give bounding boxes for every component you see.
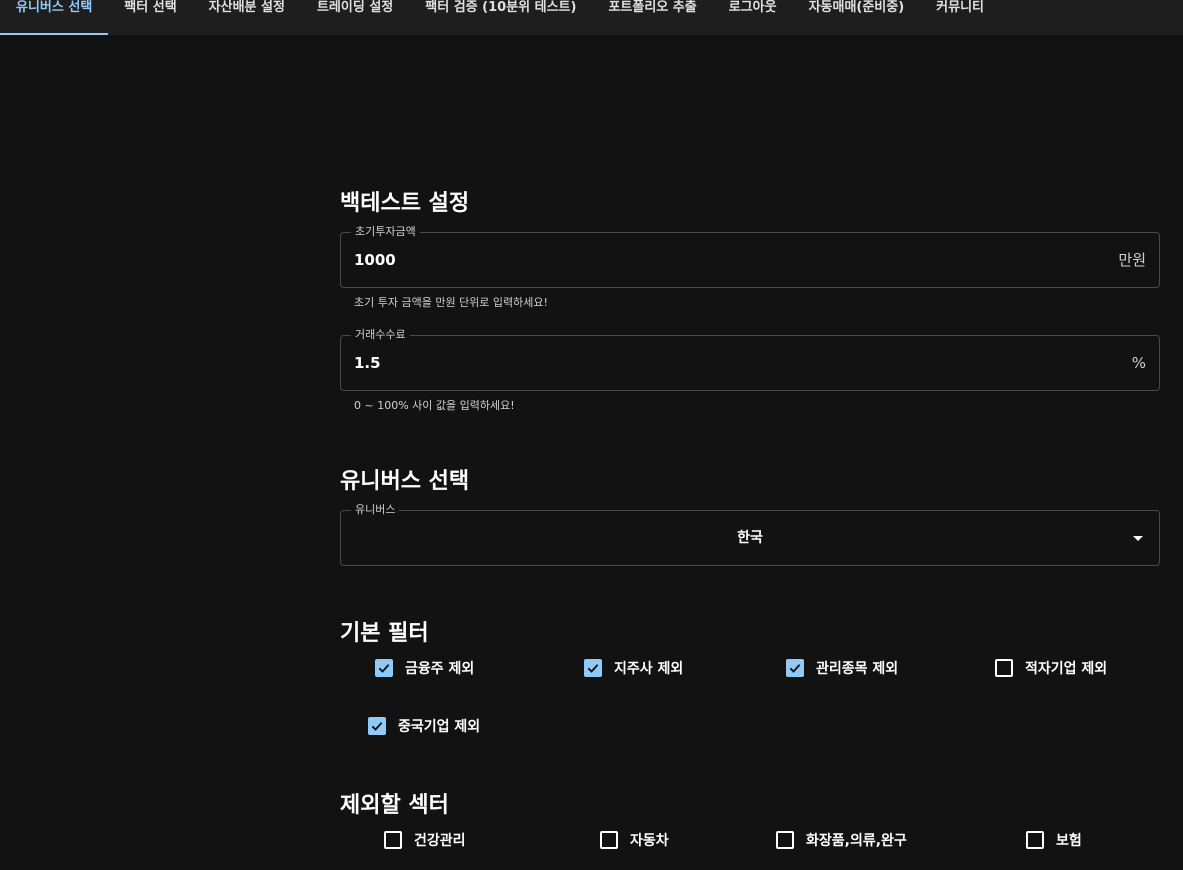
checkbox-unchecked-icon[interactable] [600,831,618,849]
tab-auto-trading[interactable]: 자동매매(준비중) [793,0,921,23]
filter-exclude-holding[interactable]: 지주사 제외 [584,658,683,678]
checkbox-unchecked-icon[interactable] [995,659,1013,677]
filter-label: 중국기업 제외 [398,719,481,735]
arrow-drop-down-icon[interactable] [1133,536,1143,541]
sector-automobile[interactable]: 자동차 [600,830,669,850]
initial-amount-unit: 만원 [1118,251,1146,269]
tab-community[interactable]: 커뮤니티 [920,0,1000,23]
filter-exclude-financial[interactable]: 금융주 제외 [375,658,474,678]
backtest-section-title: 백테스트 설정 [340,191,470,216]
checkbox-checked-icon[interactable] [375,659,393,677]
tab-logout[interactable]: 로그아웃 [713,0,793,23]
tab-factor[interactable]: 팩터 선택 [108,0,192,23]
filter-label: 금융주 제외 [405,661,475,677]
tab-trading[interactable]: 트레이딩 설정 [301,0,409,23]
filter-exclude-deficit[interactable]: 적자기업 제외 [995,658,1107,678]
top-nav-bar: 유니버스 선택 팩터 선택 자산배분 설정 트레이딩 설정 팩터 검증 (10분… [0,0,1183,35]
sector-healthcare[interactable]: 건강관리 [384,830,466,850]
sector-label: 화장품,의류,완구 [806,833,907,849]
checkbox-checked-icon[interactable] [368,717,386,735]
checkbox-unchecked-icon[interactable] [776,831,794,849]
initial-amount-helper: 초기 투자 금액을 만원 단위로 입력하세요! [354,296,548,309]
sector-insurance[interactable]: 보험 [1026,830,1082,850]
basic-filter-section-title: 기본 필터 [340,621,429,646]
filter-label: 적자기업 제외 [1025,661,1108,677]
universe-select[interactable]: 유니버스 한국 [340,503,1160,566]
universe-section-title: 유니버스 선택 [340,469,470,494]
fee-value[interactable]: 1.5 [354,336,381,390]
tab-portfolio[interactable]: 포트폴리오 추출 [592,0,712,23]
fee-field[interactable]: 거래수수료 1.5 % [340,328,1160,391]
sector-label: 건강관리 [414,833,466,849]
checkbox-checked-icon[interactable] [584,659,602,677]
tab-asset-allocation[interactable]: 자산배분 설정 [193,0,301,23]
initial-amount-field[interactable]: 초기투자금액 1000 만원 [340,225,1160,288]
checkbox-unchecked-icon[interactable] [1026,831,1044,849]
checkbox-checked-icon[interactable] [786,659,804,677]
checkbox-unchecked-icon[interactable] [384,831,402,849]
sector-label: 보험 [1056,833,1082,849]
sector-cosmetics[interactable]: 화장품,의류,완구 [776,830,907,850]
fee-helper: 0 ~ 100% 사이 값을 입력하세요! [354,399,515,412]
filter-label: 관리종목 제외 [816,661,899,677]
filter-label: 지주사 제외 [614,661,684,677]
exclude-sectors-section-title: 제외할 섹터 [340,793,449,818]
initial-amount-value[interactable]: 1000 [354,233,396,287]
tab-factor-test[interactable]: 팩터 검증 (10분위 테스트) [409,0,592,23]
sector-label: 자동차 [630,833,669,849]
fee-unit: % [1131,354,1146,372]
filter-exclude-chinese[interactable]: 중국기업 제외 [368,716,480,736]
filter-exclude-managed[interactable]: 관리종목 제외 [786,658,898,678]
universe-select-value: 한국 [737,530,763,546]
tab-universe[interactable]: 유니버스 선택 [0,0,109,35]
